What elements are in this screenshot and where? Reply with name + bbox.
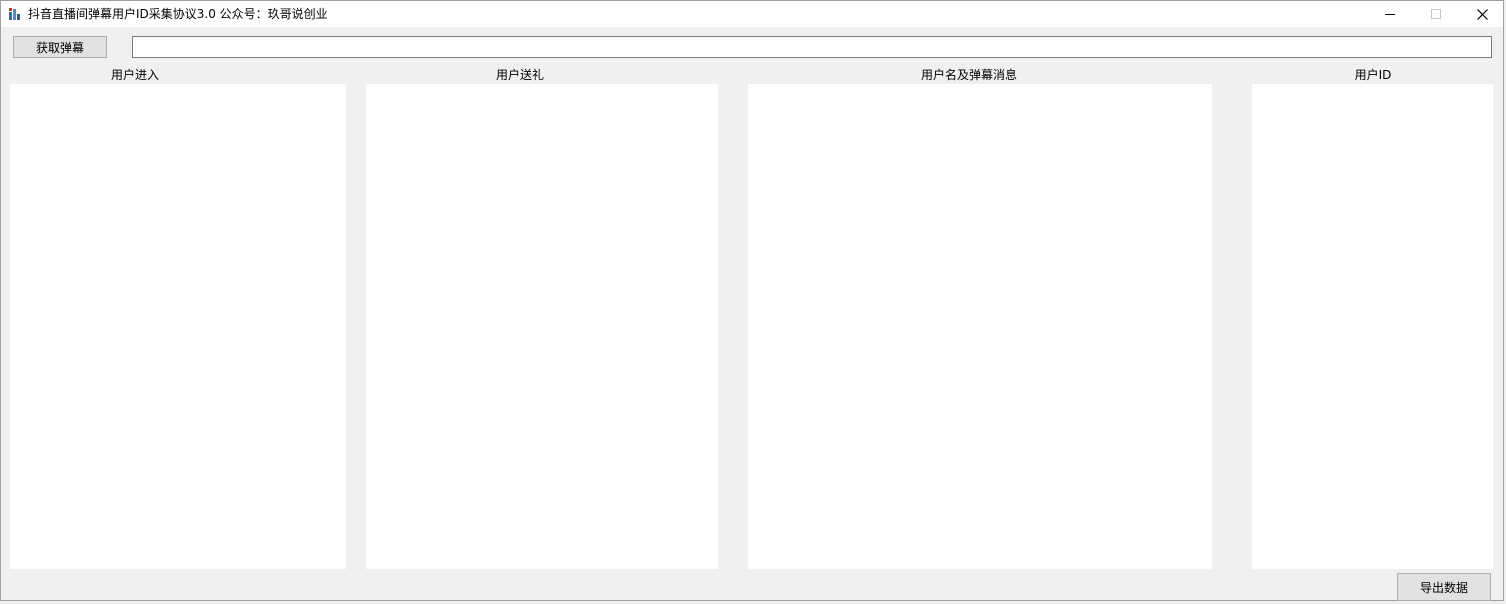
room-url-input[interactable] [132, 36, 1492, 58]
user-message-list[interactable] [748, 84, 1212, 569]
export-data-button[interactable]: 导出数据 [1397, 573, 1491, 601]
maximize-button[interactable] [1413, 1, 1459, 27]
close-button[interactable] [1459, 1, 1505, 27]
minimize-button[interactable] [1367, 1, 1413, 27]
user-message-label: 用户名及弹幕消息 [920, 68, 1018, 82]
window-title: 抖音直播间弹幕用户ID采集协议3.0 公众号：玖哥说创业 [28, 7, 328, 21]
user-gift-list[interactable] [366, 84, 718, 569]
user-enter-label: 用户进入 [110, 68, 160, 82]
close-icon [1476, 8, 1488, 20]
main-window: 抖音直播间弹幕用户ID采集协议3.0 公众号：玖哥说创业 获取弹幕 用户进入 用… [0, 0, 1504, 601]
user-enter-list[interactable] [10, 84, 346, 569]
fetch-danmu-button[interactable]: 获取弹幕 [13, 36, 107, 58]
user-id-label: 用户ID [1354, 68, 1392, 82]
user-gift-label: 用户送礼 [495, 68, 545, 82]
maximize-icon [1431, 9, 1441, 19]
minimize-icon [1385, 14, 1395, 15]
title-bar[interactable]: 抖音直播间弹幕用户ID采集协议3.0 公众号：玖哥说创业 [1, 1, 1503, 27]
app-icon [8, 7, 21, 21]
user-id-list[interactable] [1252, 84, 1493, 569]
